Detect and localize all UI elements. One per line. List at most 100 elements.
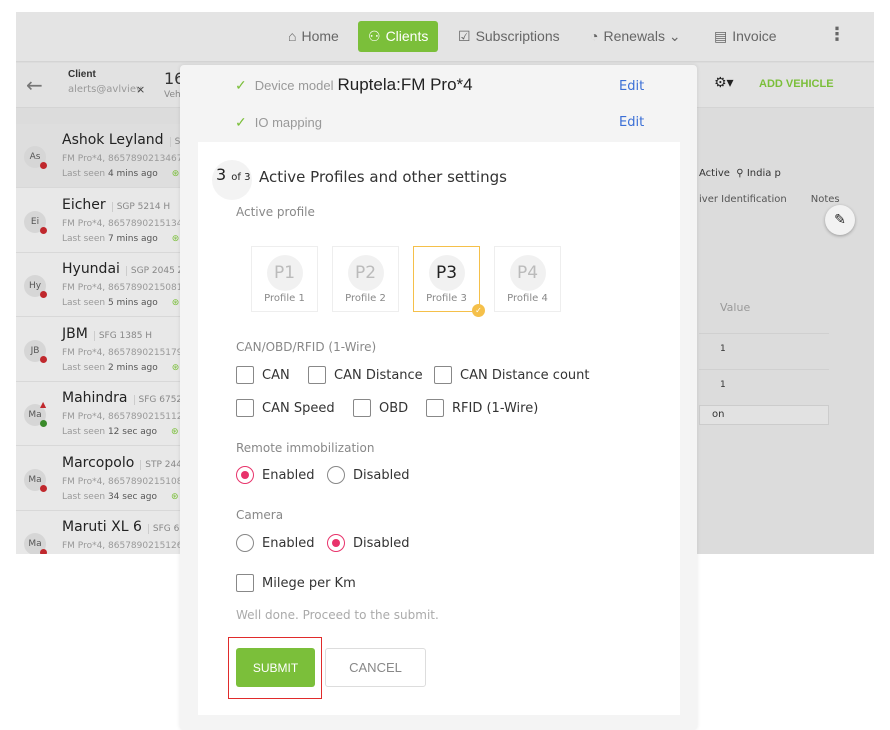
vehicle-setup-modal: ✓ Device model Ruptela:FM Pro*4 Edit ✓ IO m… [180, 65, 697, 730]
clipboard-icon: ▤ [714, 28, 728, 44]
can-option-checkbox[interactable]: OBD [353, 399, 408, 417]
camera-disabled-radio[interactable]: Disabled [327, 534, 409, 552]
status-dot [40, 484, 47, 492]
vehicle-plate: SFG 1385 H [93, 330, 153, 341]
last-seen-time: 4 mins ago [107, 169, 158, 179]
vehicle-list-item[interactable]: Ma Maruti XL 6 SFG 653 FM Pro*4, 8657890215… [16, 511, 191, 554]
checkbox [426, 399, 444, 417]
last-seen: Last seen 34 sec ago ⊛ [62, 491, 179, 502]
camera-enabled-radio[interactable]: Enabled [236, 534, 315, 552]
vehicle-device: FM Pro*4, 86578902151083 [62, 476, 189, 487]
vehicle-list-item[interactable]: Ei Eicher SGP 5214 H FM Pro*4, 865789021513… [16, 188, 188, 253]
tab-notes[interactable]: Notes [811, 194, 840, 205]
clear-client-icon[interactable]: × [136, 83, 145, 96]
settings-gear-icon[interactable]: ⚙▾ [714, 75, 734, 91]
profile-card-p3[interactable]: P3 Profile 3 ✓ [413, 246, 485, 317]
step-title: Active Profiles and other settings [259, 168, 507, 186]
immobilization-enabled-radio[interactable]: Enabled [236, 466, 315, 484]
radio-label: Disabled [353, 535, 410, 551]
immobilization-disabled-radio[interactable]: Disabled [327, 466, 409, 484]
value-field[interactable]: on [699, 405, 829, 425]
vehicle-list-item[interactable]: Hy Hyundai SGP 2045 Z FM Pro*4, 86578902150… [16, 253, 189, 317]
profile-code: P4 [509, 255, 546, 291]
radio-label: Enabled [262, 467, 315, 483]
checkbox-label: CAN [262, 367, 290, 383]
radio-unselected [327, 466, 345, 484]
more-menu-icon[interactable]: ⋮ [828, 24, 846, 45]
checkbox [308, 366, 326, 384]
check-icon: ✓ [235, 114, 247, 130]
last-seen-time: 2 mins ago [107, 362, 158, 373]
vehicle-list: AsAshok LeylandSNPFM Pro*4, 865789021346… [16, 124, 193, 554]
vehicle-device: FM Pro*4, 86578902150817 [62, 283, 189, 293]
can-section-label: CAN/OBD/RFID (1-Wire) [236, 340, 377, 354]
vehicle-name: Hyundai SGP 2045 Z [62, 261, 184, 277]
checkbox-icon: ☑ [458, 28, 471, 44]
vehicle-list-item[interactable]: Ma ▲ Mahindra SFG 6752 Z FM Pro*4, 865789021… [16, 382, 192, 446]
steering-wheel-icon: ⊛ [171, 169, 180, 179]
can-option-checkbox[interactable]: CAN [236, 366, 290, 384]
vehicle-name: Maruti XL 6 SFG 653 [62, 519, 191, 535]
value-cell: 1 [720, 344, 726, 354]
can-option-checkbox[interactable]: RFID (1-Wire) [426, 399, 538, 417]
status-dot [40, 355, 47, 363]
edit-device-model-link[interactable]: Edit [619, 79, 644, 94]
checkbox [236, 574, 254, 592]
vehicle-device: FM Pro*4, 86578902151261 [62, 541, 189, 551]
steering-wheel-icon: ⊛ [171, 427, 179, 437]
hint-text: Well done. Proceed to the submit. [236, 608, 439, 622]
vehicle-plate: SGP 2045 Z [125, 266, 184, 276]
profile-card-p2[interactable]: P2 Profile 2 [332, 246, 399, 312]
status-dot [40, 549, 47, 554]
vehicle-plate: SGP 5214 H [111, 201, 171, 212]
last-seen: Last seen 4 mins ago ⊛ [62, 169, 180, 179]
immobilization-label: Remote immobilization [236, 441, 375, 455]
home-icon: ⌂ [288, 28, 297, 44]
add-vehicle-button[interactable]: ADD VEHICLE [759, 78, 834, 90]
renew-clock-icon: ◔ [590, 28, 599, 44]
camera-label: Camera [236, 508, 284, 522]
steering-wheel-icon: ⊛ [171, 362, 180, 373]
nav-label: Home [301, 28, 339, 44]
client-label: Client [68, 69, 96, 80]
status-dot [40, 226, 47, 234]
vehicle-list-item[interactable]: Ma Marcopolo STP 2447 FM Pro*4, 86578902151… [16, 446, 189, 511]
can-option-checkbox[interactable]: CAN Distance count [434, 366, 589, 384]
edit-pencil-icon[interactable]: ✎ [825, 205, 855, 235]
can-option-checkbox[interactable]: CAN Speed [236, 399, 335, 417]
nav-renewals[interactable]: ◔ Renewals ⌄ [580, 21, 691, 52]
milege-per-km-checkbox[interactable]: Milege per Km [236, 574, 356, 592]
profile-card-p1[interactable]: P1 Profile 1 [251, 246, 318, 312]
nav-invoice[interactable]: ▤ Invoice [704, 21, 787, 52]
last-seen: Last seen 12 sec ago ⊛ [62, 427, 179, 437]
last-seen: Last seen 2 mins ago ⊛ [62, 362, 180, 373]
nav-subscriptions[interactable]: ☑ Subscriptions [448, 21, 570, 52]
submit-button[interactable]: SUBMIT [236, 648, 315, 687]
vehicle-name: Ashok LeylandSNP [62, 132, 193, 148]
checkbox-label: CAN Speed [262, 400, 335, 416]
last-seen-time: 5 mins ago [107, 298, 158, 308]
nav-clients[interactable]: ⚇ Clients [358, 21, 439, 52]
tab-driver-identification[interactable]: iver Identification [699, 194, 787, 205]
profile-card-p4[interactable]: P4 Profile 4 [494, 246, 561, 312]
can-option-checkbox[interactable]: CAN Distance [308, 366, 423, 384]
checkbox-label: RFID (1-Wire) [452, 400, 539, 416]
cancel-button[interactable]: CANCEL [325, 648, 426, 687]
vehicle-device: FM Pro*4, 86578902151121 [62, 412, 189, 422]
vehicle-list-item[interactable]: JB JBM SFG 1385 H FM Pro*4, 86578902151797 L… [16, 317, 188, 382]
vehicle-name: Mahindra SFG 6752 Z [62, 390, 192, 406]
nav-label: Renewals ⌄ [603, 28, 681, 44]
vehicle-count-label: Veh [164, 90, 181, 100]
client-value: alerts@avlviev [68, 84, 142, 95]
vehicle-list-item[interactable]: AsAshok LeylandSNPFM Pro*4, 865789021346… [16, 124, 193, 188]
back-arrow-icon[interactable]: ← [26, 73, 43, 97]
vehicle-name: Eicher SGP 5214 H [62, 196, 171, 213]
vehicle-name: Marcopolo STP 2447 [62, 454, 188, 471]
top-navigation: ⌂ Home ⚇ Clients ☑ Subscriptions ◔ Renewals … [16, 12, 874, 62]
radio-unselected [236, 534, 254, 552]
checkbox [236, 399, 254, 417]
profile-code: P1 [266, 255, 303, 291]
nav-home[interactable]: ⌂ Home [278, 21, 349, 52]
edit-io-mapping-link[interactable]: Edit [619, 115, 644, 130]
status-dot [40, 162, 47, 169]
